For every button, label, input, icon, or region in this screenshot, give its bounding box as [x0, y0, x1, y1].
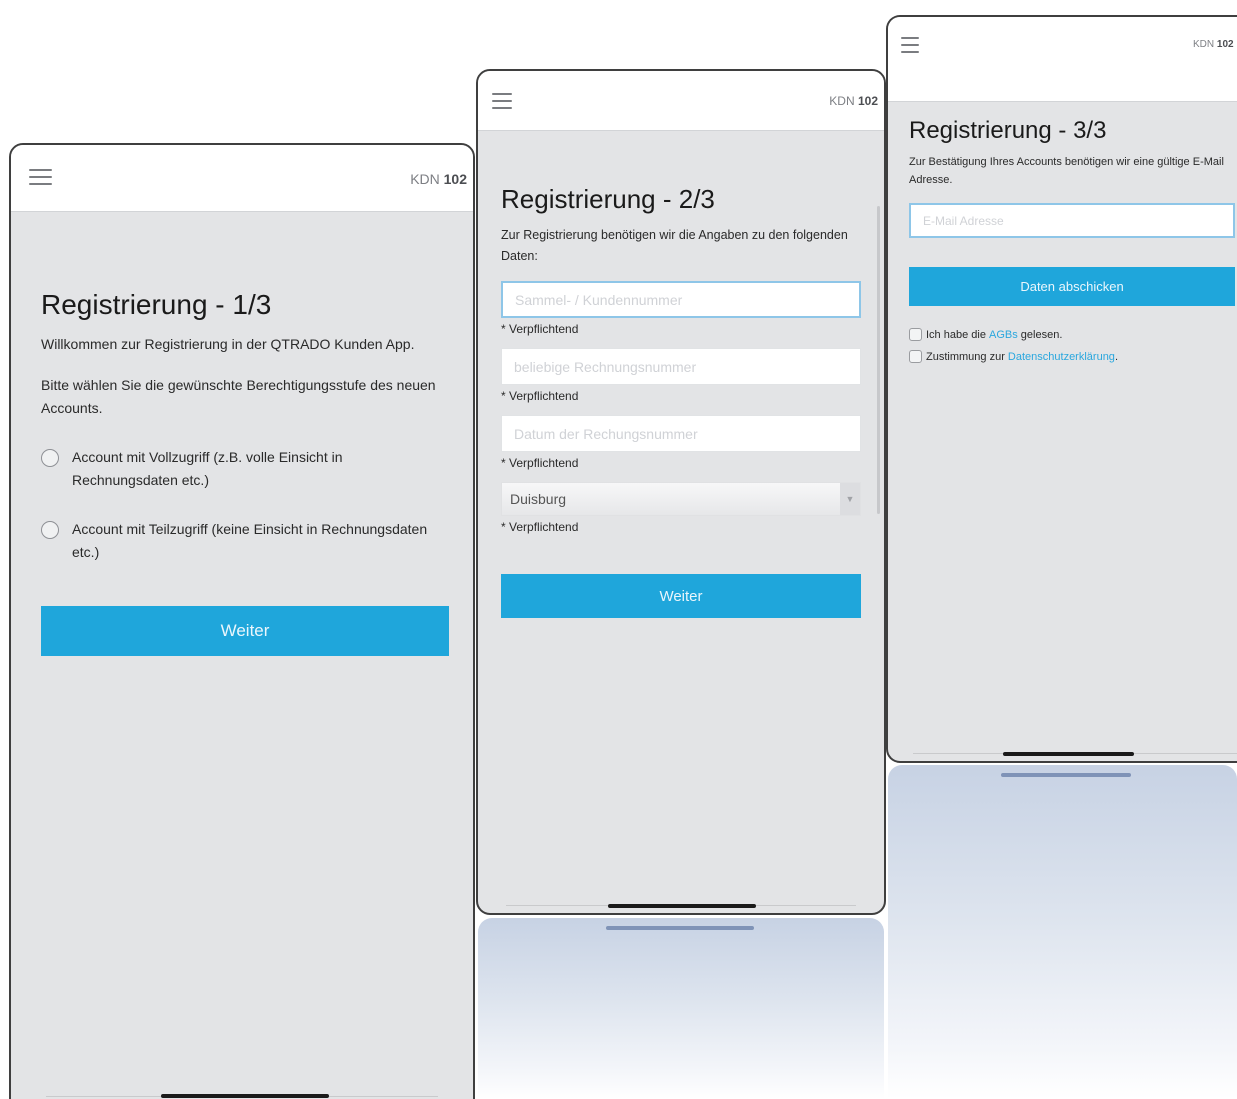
- option-label: Account mit Teilzugriff (keine Einsicht …: [72, 521, 428, 560]
- page-title: Registrierung - 1/3: [41, 289, 272, 320]
- agb-label-pre: Ich habe die: [926, 328, 986, 341]
- next-button[interactable]: Weiter: [501, 574, 861, 618]
- home-indicator: [161, 1094, 329, 1098]
- home-indicator: [608, 904, 756, 908]
- screen-reflection: [888, 765, 1237, 1099]
- home-indicator: [1003, 752, 1134, 756]
- radio-full-access[interactable]: [41, 449, 59, 467]
- kdn-label: KDN: [1193, 39, 1215, 50]
- next-button[interactable]: Weiter: [41, 606, 449, 656]
- option-label: Account mit Vollzugriff (z.B. volle Eins…: [72, 449, 343, 488]
- top-bar: KDN 102: [478, 71, 884, 131]
- step-3-content: Registrierung - 3/3 Zur Bestätigung Ihre…: [909, 117, 1235, 363]
- page-title: Registrierung - 2/3: [501, 184, 715, 214]
- kdn-number: 102: [857, 94, 878, 108]
- kdn-label: KDN: [829, 94, 855, 108]
- step-2-content: Registrierung - 2/3 Zur Registrierung be…: [501, 184, 861, 618]
- top-bar: KDN 102: [11, 145, 473, 212]
- intro-text: Zur Registrierung benötigen wir die Anga…: [501, 228, 848, 263]
- agb-consent[interactable]: Ich habe die AGBs gelesen.: [909, 328, 1235, 341]
- privacy-link[interactable]: Datenschutzerklärung: [1008, 351, 1115, 363]
- kdn-number: 102: [443, 171, 467, 187]
- registration-step-1-screen: KDN 102 Registrierung - 1/3 Willkommen z…: [9, 143, 475, 1099]
- required-hint: * Verpflichtend: [501, 520, 579, 534]
- privacy-consent[interactable]: Zustimmung zur Datenschutzerklärung.: [909, 350, 1235, 363]
- invoice-number-input[interactable]: [501, 348, 861, 385]
- privacy-label-pre: Zustimmung zur: [926, 350, 1005, 363]
- registration-step-2-screen: KDN 102 Registrierung - 2/3 Zur Registri…: [476, 69, 886, 915]
- page-title: Registrierung - 3/3: [909, 117, 1107, 144]
- customer-number-badge: KDN 102: [410, 171, 467, 187]
- menu-icon[interactable]: [29, 169, 52, 187]
- screen-reflection: [478, 918, 884, 1099]
- privacy-label-post: .: [1114, 350, 1118, 363]
- chevron-down-icon: ▼: [840, 483, 860, 515]
- menu-icon[interactable]: [492, 93, 512, 111]
- registration-step-3-screen: KDN 102 Registrierung - 3/3 Zur Bestätig…: [886, 15, 1237, 763]
- welcome-text: Willkommen zur Registrierung in der QTRA…: [41, 336, 415, 352]
- option-full-access[interactable]: Account mit Vollzugriff (z.B. volle Eins…: [41, 446, 449, 492]
- submit-button[interactable]: Daten abschicken: [909, 267, 1235, 306]
- email-input[interactable]: [909, 203, 1235, 238]
- intro-text: Zur Bestätigung Ihres Accounts benötigen…: [909, 156, 1224, 186]
- instruction-text: Bitte wählen Sie die gewünschte Berechti…: [41, 377, 436, 416]
- agb-label-post: gelesen.: [1020, 328, 1063, 341]
- option-partial-access[interactable]: Account mit Teilzugriff (keine Einsicht …: [41, 518, 449, 564]
- customer-number-badge: KDN 102: [1193, 39, 1234, 50]
- top-bar: KDN 102: [888, 17, 1237, 102]
- required-hint: * Verpflichtend: [501, 389, 579, 403]
- customer-number-badge: KDN 102: [829, 94, 878, 108]
- required-hint: * Verpflichtend: [501, 322, 579, 336]
- invoice-date-input[interactable]: [501, 415, 861, 452]
- location-select[interactable]: Duisburg ▼: [501, 482, 861, 516]
- customer-number-input[interactable]: [501, 281, 861, 318]
- scrollbar[interactable]: [877, 206, 880, 514]
- privacy-checkbox[interactable]: [909, 350, 922, 363]
- required-hint: * Verpflichtend: [501, 456, 579, 470]
- selected-value: Duisburg: [510, 491, 567, 507]
- kdn-label: KDN: [410, 171, 440, 187]
- radio-partial-access[interactable]: [41, 521, 59, 539]
- agb-link[interactable]: AGBs: [989, 329, 1018, 341]
- agb-checkbox[interactable]: [909, 328, 922, 341]
- step-1-content: Registrierung - 1/3 Willkommen zur Regis…: [41, 289, 449, 656]
- menu-icon[interactable]: [901, 37, 919, 55]
- kdn-number: 102: [1216, 39, 1234, 50]
